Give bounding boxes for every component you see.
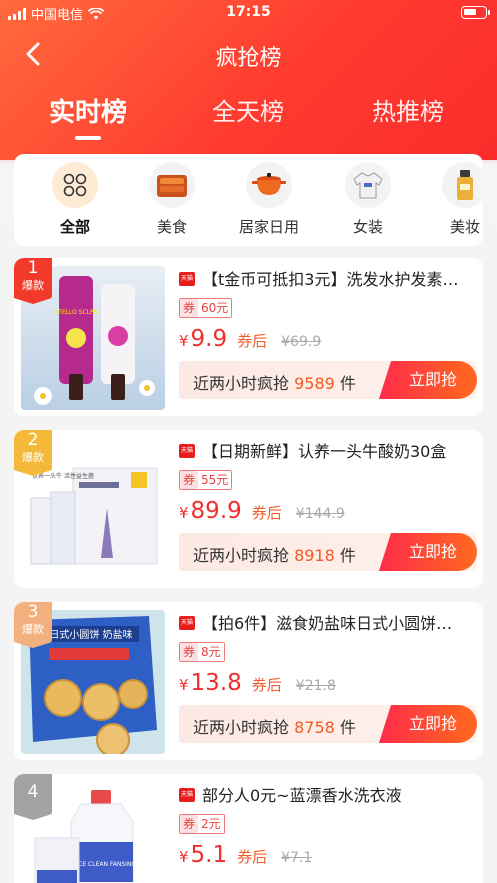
sales-count: 8918 (294, 546, 335, 565)
price-row: ¥9.9 券后 ¥69.9 (179, 326, 322, 352)
product-title[interactable]: 【t金币可抵扣3元】洗发水护发素… (202, 266, 478, 290)
coupon-badge: 券 60元 (179, 298, 233, 318)
original-price: ¥21.8 (295, 678, 336, 694)
coupon-badge: 券 8元 (179, 642, 225, 662)
category-label: 全部 (59, 218, 90, 236)
original-price: ¥7.1 (281, 850, 313, 866)
tab-hot[interactable]: 热推榜 (372, 92, 444, 127)
coupon-badge: 券 55元 (179, 470, 233, 490)
rank-badge: 1 爆款 (14, 258, 52, 304)
category-cosmetics[interactable]: 美妆 (430, 162, 483, 237)
category-label: 美食 (156, 218, 187, 236)
buy-now-button[interactable]: 立即抢 (379, 705, 477, 743)
category-food[interactable]: 美食 (137, 162, 207, 237)
buy-now-button[interactable]: 立即抢 (379, 361, 477, 399)
product-card[interactable]: 认养一头牛 活性益生菌 2 爆款 天猫 【日期新鲜】认养一头牛酸奶30盒 券 55元… (14, 430, 483, 588)
price-value: 89.9 (190, 498, 242, 524)
product-card[interactable]: ATELLO SCLPS 1 爆款 天猫 【t金币可抵扣3元】洗发水护发素… 券6… (14, 258, 483, 416)
sales-bar: 近两小时疯抢 9589 件 立即抢 (179, 361, 477, 399)
tmall-icon: 天猫 (179, 616, 195, 630)
sweater-icon (353, 172, 383, 199)
price-value: 13.8 (190, 670, 242, 696)
ranking-tabs: 实时榜 全天榜 热推榜 (0, 86, 497, 146)
price-row: ¥89.9 券后 ¥144.9 (179, 498, 345, 524)
nav-bar: 疯抢榜 (0, 30, 497, 78)
product-title[interactable]: 【拍6件】滋食奶盐味日式小圆饼… (202, 610, 478, 634)
category-label: 居家日用 (238, 218, 299, 236)
price-row: ¥13.8 券后 ¥21.8 (179, 670, 336, 696)
status-bar: 中国电信 17:15 (0, 0, 497, 26)
tmall-icon: 天猫 (179, 788, 195, 802)
rank-badge: 2 爆款 (14, 430, 52, 476)
category-household[interactable]: 居家日用 (234, 162, 304, 237)
product-image-text: 日式小圆饼 奶盐味 (49, 628, 132, 641)
tab-allday[interactable]: 全天榜 (212, 92, 284, 127)
status-time: 17:15 (226, 4, 271, 20)
sales-count: 9589 (294, 374, 335, 393)
grid-icon (63, 173, 87, 197)
category-all[interactable]: 全部 (40, 162, 110, 237)
price-value: 5.1 (190, 842, 228, 868)
tmall-icon: 天猫 (179, 272, 195, 286)
tab-realtime[interactable]: 实时榜 (49, 92, 127, 129)
rank-badge: 3 爆款 (14, 602, 52, 648)
category-label: 美妆 (449, 218, 480, 236)
product-card[interactable]: NICE CLEAN FANSING 4 天猫 部分人0元~蓝漂香水洗衣液 券2… (14, 774, 483, 883)
product-title[interactable]: 【日期新鲜】认养一头牛酸奶30盒 (202, 438, 478, 462)
product-image-text: NICE CLEAN FANSING (72, 861, 137, 868)
category-label: 女装 (352, 218, 383, 236)
page-title: 疯抢榜 (215, 46, 282, 71)
original-price: ¥144.9 (295, 506, 345, 522)
product-image-text: ATELLO SCLPS (55, 309, 98, 316)
sales-bar: 近两小时疯抢 8918 件 立即抢 (179, 533, 477, 571)
tmall-icon: 天猫 (179, 444, 195, 458)
rank-badge: 4 (14, 774, 52, 820)
pot-icon (252, 173, 286, 195)
price-row: ¥5.1 券后 ¥7.1 (179, 842, 313, 868)
sales-count: 8758 (294, 718, 335, 737)
cosmetic-icon (457, 170, 473, 200)
price-value: 9.9 (190, 326, 228, 352)
category-womens[interactable]: 女装 (333, 162, 403, 237)
food-icon (157, 175, 187, 197)
category-bar: 全部 美食 居家日用 女装 美妆 (14, 154, 483, 246)
original-price: ¥69.9 (281, 334, 322, 350)
battery-icon (461, 6, 490, 19)
tab-active-indicator (75, 136, 101, 140)
product-title[interactable]: 部分人0元~蓝漂香水洗衣液 (202, 782, 478, 806)
buy-now-button[interactable]: 立即抢 (379, 533, 477, 571)
coupon-badge: 券 2元 (179, 814, 225, 834)
product-card[interactable]: 日式小圆饼 奶盐味 3 爆款 天猫 【拍6件】滋食奶盐味日式小圆饼… 券 8元 ¥1… (14, 602, 483, 760)
sales-bar: 近两小时疯抢 8758 件 立即抢 (179, 705, 477, 743)
